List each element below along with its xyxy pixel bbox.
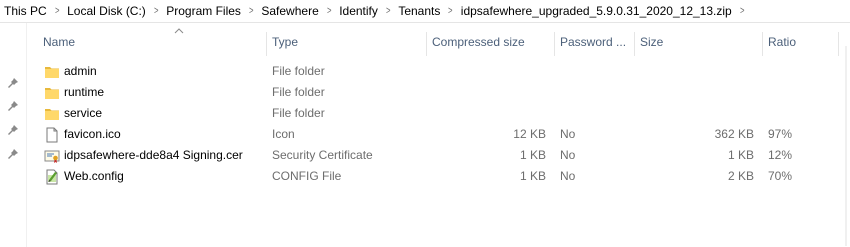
pin-icon[interactable] (7, 77, 19, 89)
breadcrumb-separator[interactable]: > (53, 5, 62, 17)
file-name: runtime (64, 85, 105, 99)
file-ratio: 12% (768, 148, 793, 162)
column-size[interactable]: Size (634, 30, 762, 55)
breadcrumb-local-disk[interactable]: Local Disk (C:) (63, 4, 150, 18)
file-type: CONFIG File (272, 169, 342, 183)
file-type: File folder (272, 106, 325, 120)
certificate-icon (44, 150, 60, 163)
file-row[interactable]: favicon.ico Icon 12 KB No 362 KB 97% (27, 124, 850, 145)
column-name[interactable]: Name (37, 30, 266, 55)
vertical-scrollbar[interactable] (842, 46, 850, 246)
file-compressed-size: 12 KB (513, 127, 546, 141)
file-ratio: 70% (768, 169, 793, 183)
file-row[interactable]: Web.config CONFIG File 1 KB No 2 KB 70% (27, 166, 850, 187)
file-row[interactable]: idpsafewhere-dde8a4 Signing.cer Security… (27, 145, 850, 166)
file-name: service (64, 106, 103, 120)
file-row[interactable]: runtime File folder (27, 82, 850, 103)
folder-icon (45, 88, 59, 99)
pin-icon[interactable] (7, 100, 19, 112)
file-password: No (560, 127, 576, 141)
breadcrumb-separator[interactable]: > (384, 5, 393, 17)
breadcrumb-separator[interactable]: > (446, 5, 455, 17)
breadcrumb-separator[interactable]: > (247, 5, 256, 17)
folder-icon (45, 67, 59, 78)
pin-icon[interactable] (7, 148, 19, 160)
breadcrumb-safewhere[interactable]: Safewhere (257, 4, 322, 18)
breadcrumb-this-pc[interactable]: This PC (0, 4, 51, 18)
file-row[interactable]: admin File folder (27, 61, 850, 82)
column-ratio[interactable]: Ratio (762, 30, 838, 55)
file-name: admin (64, 64, 97, 78)
file-password: No (560, 148, 576, 162)
file-size: 362 KB (714, 127, 754, 141)
file-type: File folder (272, 85, 325, 99)
column-compressed-size[interactable]: Compressed size (426, 30, 554, 55)
file-type: Icon (272, 127, 295, 141)
breadcrumb-separator[interactable]: > (738, 5, 747, 17)
file-password: No (560, 169, 576, 183)
config-file-icon (46, 169, 58, 185)
file-type: Security Certificate (272, 148, 373, 162)
breadcrumb-program-files[interactable]: Program Files (162, 4, 245, 18)
file-compressed-size: 1 KB (519, 169, 546, 183)
file-icon (46, 127, 58, 143)
folder-icon (45, 109, 59, 120)
breadcrumb-separator[interactable]: > (325, 5, 334, 17)
file-ratio: 97% (768, 127, 793, 141)
navigation-pane (0, 23, 27, 247)
file-type: File folder (272, 64, 325, 78)
breadcrumb-identify[interactable]: Identify (335, 4, 382, 18)
file-name: favicon.ico (64, 127, 121, 141)
file-size: 2 KB (727, 169, 754, 183)
breadcrumb: This PC > Local Disk (C:) > Program File… (0, 0, 748, 22)
column-divider[interactable] (838, 32, 839, 56)
address-bar[interactable]: This PC > Local Disk (C:) > Program File… (0, 0, 850, 23)
file-size: 1 KB (727, 148, 754, 162)
pin-icon[interactable] (7, 124, 19, 136)
column-password[interactable]: Password ... (554, 30, 634, 55)
file-name: Web.config (64, 169, 124, 183)
file-compressed-size: 1 KB (519, 148, 546, 162)
breadcrumb-tenants[interactable]: Tenants (394, 4, 444, 18)
column-type[interactable]: Type (266, 30, 426, 55)
breadcrumb-separator[interactable]: > (152, 5, 161, 17)
file-row[interactable]: service File folder (27, 103, 850, 124)
breadcrumb-zip-file[interactable]: idpsafewhere_upgraded_5.9.0.31_2020_12_1… (457, 4, 736, 18)
column-header: Name Type Compressed size Password ... S… (27, 28, 850, 56)
file-name: idpsafewhere-dde8a4 Signing.cer (64, 148, 243, 162)
